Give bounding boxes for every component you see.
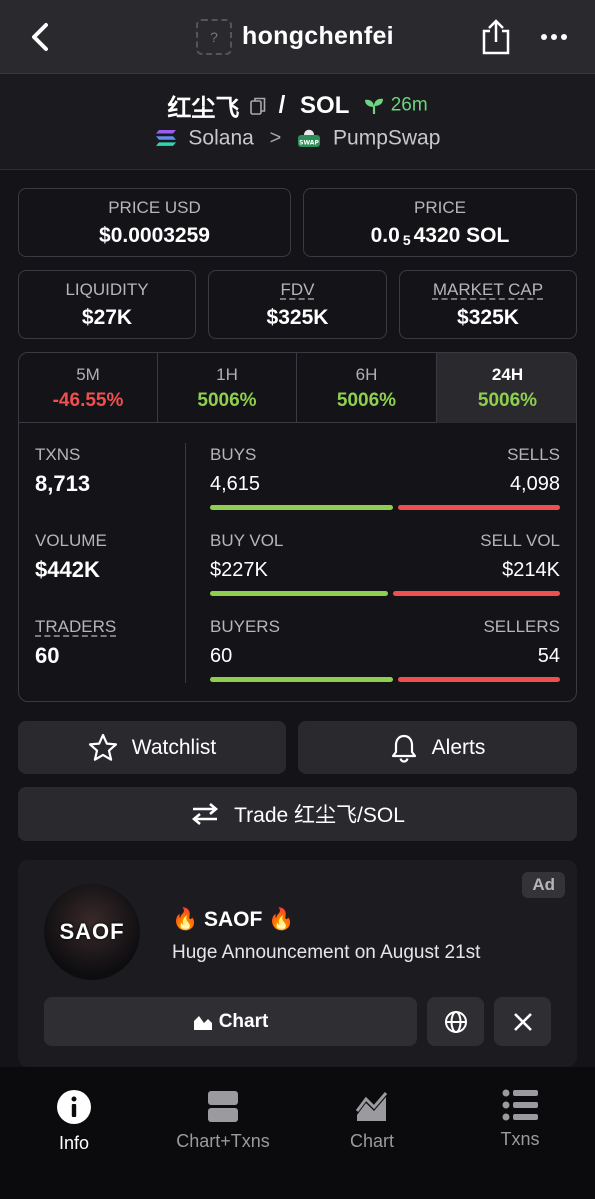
watchlist-button[interactable]: Watchlist bbox=[18, 721, 286, 774]
fdv-value: $325K bbox=[266, 306, 329, 329]
alerts-button[interactable]: Alerts bbox=[298, 721, 577, 774]
top-bar: ? hongchenfei bbox=[0, 0, 595, 74]
nav-chart[interactable]: Chart bbox=[302, 1089, 442, 1152]
chain-dex-row: Solana > SWAP PumpSwap bbox=[0, 126, 595, 150]
svg-text:SWAP: SWAP bbox=[299, 140, 319, 147]
pair-title: 红尘飞 / SOL 26m bbox=[0, 88, 595, 123]
nav-txns[interactable]: Txns bbox=[450, 1089, 590, 1150]
sells-bar-fill bbox=[398, 505, 560, 510]
sell-vol-value: $214K bbox=[502, 559, 560, 581]
username: hongchenfei bbox=[242, 22, 394, 50]
volume-bar bbox=[210, 591, 560, 596]
more-options-icon[interactable] bbox=[539, 24, 569, 50]
traders-bar bbox=[210, 677, 560, 682]
ad-chart-button[interactable]: Chart bbox=[44, 997, 417, 1046]
timeframe-tabs: 5M -46.55% 1H 5006% 6H 5006% 24H 5006% bbox=[19, 353, 576, 423]
sprout-icon bbox=[365, 98, 384, 114]
ad-logo-text: SAOF bbox=[59, 919, 125, 944]
buys-bar-fill bbox=[210, 505, 393, 510]
change-24h: 5006% bbox=[477, 390, 538, 411]
pumpswap-icon: SWAP bbox=[298, 130, 321, 148]
nav-info[interactable]: Info bbox=[4, 1089, 144, 1154]
liquidity-value: $27K bbox=[81, 306, 133, 329]
info-icon bbox=[57, 1090, 91, 1124]
globe-icon bbox=[444, 1010, 467, 1033]
mountain-chart-icon bbox=[193, 1015, 212, 1030]
bell-icon bbox=[391, 734, 416, 763]
bottom-nav: Info Chart+Txns Chart Txns bbox=[0, 1067, 595, 1199]
sells-value: 4,098 bbox=[509, 473, 560, 495]
area-chart-icon bbox=[355, 1092, 388, 1121]
change-6h: 5006% bbox=[336, 390, 397, 411]
fdv-card[interactable]: FDV $325K bbox=[208, 270, 387, 339]
pair-separator: / bbox=[278, 91, 286, 119]
ad-subtitle: Huge Announcement on August 21st bbox=[172, 942, 481, 963]
ad-website-button[interactable] bbox=[427, 997, 484, 1046]
tab-24h[interactable]: 24H 5006% bbox=[437, 353, 576, 423]
change-5m: -46.55% bbox=[52, 390, 124, 411]
market-cap-value: $325K bbox=[457, 306, 519, 329]
list-icon bbox=[502, 1089, 538, 1121]
star-icon bbox=[88, 733, 117, 761]
ad-badge: Ad bbox=[522, 872, 565, 898]
stats-divider bbox=[185, 443, 186, 683]
ad-card: Ad SAOF 🔥 SAOF 🔥 Huge Announcement on Au… bbox=[18, 860, 577, 1067]
price-usd-card: PRICE USD $0.0003259 bbox=[18, 188, 291, 257]
buy-vol-value: $227K bbox=[210, 559, 268, 581]
price-usd-value: $0.0003259 bbox=[99, 224, 210, 247]
volume-stat: VOLUME $442K bbox=[35, 531, 107, 582]
sellers-bar-fill bbox=[398, 677, 560, 682]
sell-vol-bar-fill bbox=[392, 591, 560, 596]
tab-6h[interactable]: 6H 5006% bbox=[297, 353, 437, 423]
buyers-bar-fill bbox=[210, 677, 393, 682]
x-logo-icon bbox=[513, 1012, 532, 1031]
traders-stat[interactable]: TRADERS 60 bbox=[35, 617, 116, 669]
swap-arrows-icon bbox=[192, 803, 219, 825]
chevron-right-icon: > bbox=[269, 126, 282, 149]
tab-5m[interactable]: 5M -46.55% bbox=[19, 353, 158, 423]
copy-icon[interactable] bbox=[250, 97, 266, 115]
price-native-value: 0.0 5 4320 SOL bbox=[370, 224, 510, 248]
liquidity-card: LIQUIDITY $27K bbox=[18, 270, 196, 339]
change-1h: 5006% bbox=[197, 390, 257, 411]
share-icon[interactable] bbox=[480, 18, 512, 56]
pair-header: 红尘飞 / SOL 26m Solana > SWAP PumpSwap bbox=[0, 74, 595, 170]
split-layout-icon bbox=[208, 1091, 238, 1122]
nav-chart-txns[interactable]: Chart+Txns bbox=[153, 1089, 293, 1152]
price-zero-count: 5 bbox=[402, 232, 411, 248]
price-usd-label: PRICE USD bbox=[108, 198, 201, 217]
solana-icon bbox=[155, 130, 176, 147]
buyers-value: 60 bbox=[210, 645, 233, 667]
pair-quote: SOL bbox=[300, 91, 350, 119]
sellers-value: 54 bbox=[537, 645, 560, 667]
txns-stat: TXNS 8,713 bbox=[35, 445, 91, 496]
pair-age: 26m bbox=[390, 94, 428, 116]
fdv-label: FDV bbox=[280, 280, 315, 299]
ad-x-button[interactable] bbox=[494, 997, 551, 1046]
tab-1h[interactable]: 1H 5006% bbox=[158, 353, 297, 423]
buys-sells-bar bbox=[210, 505, 560, 510]
back-arrow-icon[interactable] bbox=[26, 20, 56, 54]
pair-base: 红尘飞 bbox=[167, 95, 240, 122]
ad-logo[interactable]: SAOF bbox=[44, 884, 140, 980]
chain-name[interactable]: Solana bbox=[188, 126, 253, 149]
ad-title: 🔥 SAOF 🔥 bbox=[172, 908, 295, 931]
price-native-label: PRICE bbox=[414, 198, 466, 217]
liquidity-label: LIQUIDITY bbox=[65, 280, 149, 299]
price-native-card: PRICE 0.0 5 4320 SOL bbox=[303, 188, 577, 257]
market-cap-label: MARKET CAP bbox=[432, 280, 544, 299]
buy-vol-bar-fill bbox=[210, 591, 388, 596]
market-cap-card[interactable]: MARKET CAP $325K bbox=[399, 270, 577, 339]
token-avatar-placeholder: ? bbox=[196, 19, 232, 55]
trade-button[interactable]: Trade 红尘飞/SOL bbox=[18, 787, 577, 841]
stats-panel: 5M -46.55% 1H 5006% 6H 5006% 24H 5006% T… bbox=[18, 352, 577, 702]
dex-name[interactable]: PumpSwap bbox=[333, 126, 440, 149]
buys-value: 4,615 bbox=[210, 473, 261, 495]
